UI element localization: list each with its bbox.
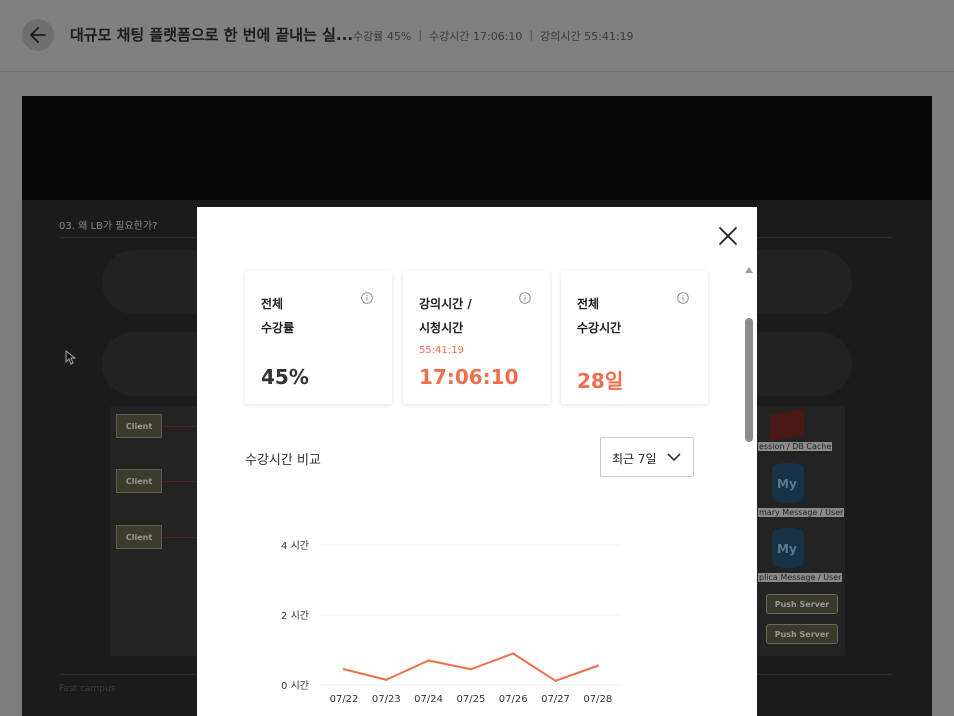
card-title: 전체 수강률 [261,292,294,340]
data-point[interactable] [385,678,388,681]
date-range-select[interactable]: 최근 7일 [600,437,694,477]
total-progress-card: 전체 수강률 45% [245,271,392,404]
lecture-watch-time-card: 강의시간 / 시청시간 55:41:19 17:06:10 [403,271,550,404]
course-meta: 수강률 45% | 수강시간 17:06:10 | 강의시간 55:41:19 [353,28,634,44]
card-title-line: 수강시간 [577,321,622,335]
db-text: My [777,542,797,556]
x-tick-label: 07/27 [541,694,570,705]
series-line [343,652,599,682]
card-value: 28일 [577,369,624,393]
push-server-box: Push Server [766,624,838,644]
card-title: 전체 수강시간 [577,292,621,340]
data-point[interactable] [427,659,430,662]
card-value: 17:06:10 [419,365,519,389]
card-title: 강의시간 / 시청시간 [419,292,472,340]
diagram-label: ession / DB Cache [758,442,833,451]
y-tick-label: 4 시간 [281,540,309,552]
scrollbar[interactable] [745,267,753,716]
card-title-line: 전체 [577,297,600,311]
watch-time-text: 수강시간 17:06:10 [429,30,523,43]
data-point[interactable] [596,664,599,667]
y-tick-label: 0 시간 [281,680,309,692]
section-title: 수강시간 비교 [245,453,321,468]
info-icon[interactable] [677,292,689,304]
scrollbar-thumb[interactable] [745,318,753,442]
x-tick-label: 07/25 [456,694,485,705]
x-tick-label: 07/28 [583,694,612,705]
mysql-icon: My [772,463,804,503]
date-range-value: 최근 7일 [612,452,657,466]
db-text: My [777,477,797,491]
close-icon[interactable] [717,225,739,247]
diagram-label: plica Message / User [758,573,843,582]
push-server-box: Push Server [766,594,838,614]
mysql-icon: My [772,528,804,568]
chevron-down-icon [667,453,681,462]
card-value: 45% [261,365,309,389]
card-title-line: 시청시간 [419,321,464,335]
progress-text: 수강률 45% [353,30,412,43]
card-title-line: 수강률 [261,321,295,335]
top-bar: 대규모 채팅 플랫폼으로 한 번에 끝내는 실... 수강률 45% | 수강시… [0,0,954,72]
course-title: 대규모 채팅 플랫폼으로 한 번에 끝내는 실... [70,26,354,44]
watch-time-chart: 0 시간 2 시간 4 시간 07/22 07/23 07/24 07/25 07/26 07/… [281,540,620,705]
mouse-cursor-icon [65,350,77,365]
slide-title: 03. 왜 LB가 필요한가? [59,221,158,232]
x-tick-label: 07/26 [499,694,528,705]
connector-line [163,481,197,482]
arrow-left-icon [30,27,46,43]
brand-logo: Fast campus [59,684,116,694]
info-icon[interactable] [361,292,373,304]
meta-divider: | [529,28,534,41]
diagram-label: mary Message / User [758,508,845,517]
meta-divider: | [418,28,423,41]
y-tick-label: 2 시간 [281,610,309,622]
stats-modal: 전체 수강률 45% 강의시간 / 시청시간 55:41:19 17:06:10… [197,207,757,716]
data-point[interactable] [342,668,346,671]
card-title-line: 강의시간 / [419,297,472,311]
info-icon[interactable] [519,292,531,304]
total-study-days-card: 전체 수강시간 28일 [561,271,708,404]
client-box: Client [116,469,162,493]
x-tick-label: 07/24 [414,694,443,705]
x-tick-label: 07/23 [372,694,401,705]
client-box: Client [116,525,162,549]
scroll-up-arrow-icon[interactable] [745,267,753,273]
connector-line [163,537,197,538]
connector-line [163,426,197,427]
back-button[interactable] [22,19,54,51]
x-tick-label: 07/22 [330,694,359,705]
data-point[interactable] [469,668,473,671]
client-box: Client [116,414,162,438]
card-title-line: 전체 [261,297,284,311]
data-point[interactable] [512,652,515,655]
lecture-time-text: 강의시간 55:41:19 [540,30,634,43]
data-point[interactable] [554,679,557,682]
lecture-time-value: 55:41:19 [419,345,464,356]
